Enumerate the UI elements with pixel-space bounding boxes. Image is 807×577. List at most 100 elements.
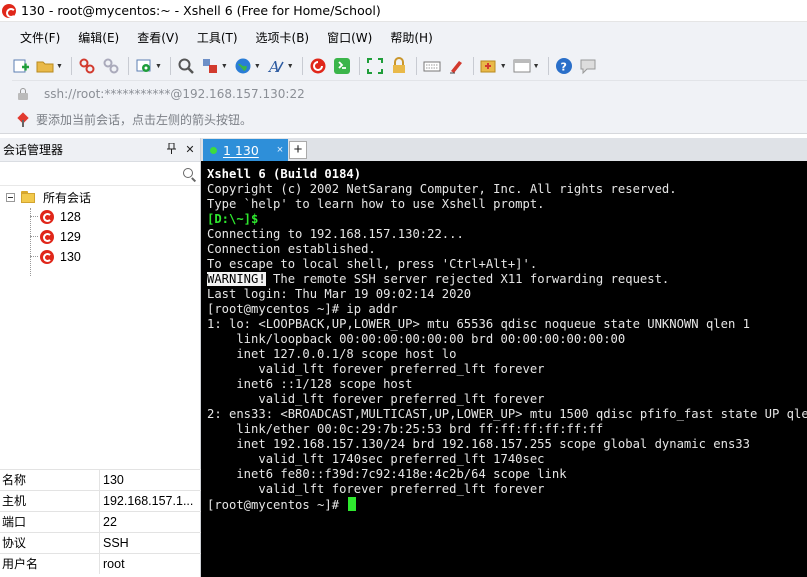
session-label: 129 bbox=[60, 230, 81, 244]
terminal-line: Type `help' to learn how to use Xshell p… bbox=[207, 197, 545, 211]
globe-dropdown-icon[interactable]: ▼ bbox=[254, 63, 261, 70]
terminal-line: 1: lo: <LOOPBACK,UP,LOWER_UP> mtu 65536 … bbox=[207, 317, 750, 331]
terminal-line: Connecting to 192.168.157.130:22... bbox=[207, 227, 464, 241]
compose-dropdown-icon[interactable]: ▼ bbox=[500, 63, 507, 70]
find-icon[interactable] bbox=[177, 57, 195, 75]
session-item-128[interactable]: 128 bbox=[40, 207, 81, 227]
property-key: 用户名 bbox=[0, 554, 100, 574]
compose-icon[interactable] bbox=[480, 57, 498, 75]
new-session-icon[interactable] bbox=[12, 57, 30, 75]
font-dropdown-icon[interactable]: ▼ bbox=[287, 63, 294, 70]
transfer-dropdown-icon[interactable]: ▼ bbox=[221, 63, 228, 70]
terminal-line: valid_lft 1740sec preferred_lft 1740sec bbox=[207, 452, 545, 466]
chat-icon[interactable] bbox=[579, 57, 597, 75]
address-bar[interactable]: ssh://root:***********@192.168.157.130:2… bbox=[12, 80, 807, 106]
tree-folder-all-sessions[interactable]: 所有会话 bbox=[6, 187, 91, 207]
xshell-icon[interactable] bbox=[309, 57, 327, 75]
property-key: 端口 bbox=[0, 512, 100, 532]
font-icon[interactable]: A bbox=[267, 57, 285, 75]
tab-130[interactable]: 1 130 × bbox=[203, 139, 288, 161]
terminal[interactable]: Xshell 6 (Build 0184) Copyright (c) 2002… bbox=[201, 161, 807, 577]
toolbar-divider bbox=[301, 57, 303, 75]
folder-icon bbox=[21, 191, 37, 203]
toolbar-divider bbox=[472, 57, 474, 75]
pin-icon[interactable] bbox=[164, 142, 180, 157]
globe-icon[interactable] bbox=[234, 57, 252, 75]
session-item-129[interactable]: 129 bbox=[40, 227, 81, 247]
connected-status-icon bbox=[210, 146, 217, 154]
terminal-line: Xshell 6 (Build 0184) bbox=[207, 167, 362, 181]
terminal-line: valid_lft forever preferred_lft forever bbox=[207, 392, 545, 406]
terminal-line: link/loopback 00:00:00:00:00:00 brd 00:0… bbox=[207, 332, 626, 346]
property-row[interactable]: 主机 192.168.157.1... bbox=[0, 490, 201, 511]
transfer-icon[interactable] bbox=[201, 57, 219, 75]
lock-icon bbox=[18, 87, 28, 100]
address-text[interactable]: ssh://root:***********@192.168.157.130:2… bbox=[44, 87, 305, 101]
lock-icon[interactable] bbox=[390, 57, 408, 75]
tree-connector bbox=[30, 208, 31, 276]
property-row[interactable]: 用户名 root bbox=[0, 553, 201, 574]
toolbar-divider bbox=[358, 57, 360, 75]
property-key: 协议 bbox=[0, 533, 100, 553]
fullscreen-icon[interactable] bbox=[366, 57, 384, 75]
prompt-line: [root@mycentos ~]# bbox=[207, 497, 807, 513]
terminal-line: 2: ens33: <BROADCAST,MULTICAST,UP,LOWER_… bbox=[207, 407, 807, 421]
svg-text:?: ? bbox=[560, 61, 566, 74]
tree-connector bbox=[30, 236, 38, 237]
property-row[interactable]: 名称 130 bbox=[0, 469, 201, 490]
disconnect-icon[interactable] bbox=[78, 57, 96, 75]
tab-close-icon[interactable]: × bbox=[277, 144, 283, 156]
layout-icon[interactable] bbox=[513, 57, 531, 75]
toolbar-divider bbox=[415, 57, 417, 75]
help-icon[interactable]: ? bbox=[555, 57, 573, 75]
terminal-line: Copyright (c) 2002 NetSarang Computer, I… bbox=[207, 182, 677, 196]
session-manager-header: 会话管理器 ✕ bbox=[0, 138, 200, 162]
terminal-line: [root@mycentos ~]# ip addr bbox=[207, 302, 398, 316]
toolbar-divider bbox=[127, 57, 129, 75]
open-dropdown-icon[interactable]: ▼ bbox=[56, 63, 63, 70]
window-title: 130 - root@mycentos:~ - Xshell 6 (Free f… bbox=[21, 3, 381, 18]
keyboard-icon[interactable] bbox=[423, 57, 441, 75]
property-row[interactable]: 协议 SSH bbox=[0, 532, 201, 553]
session-item-130[interactable]: 130 bbox=[40, 247, 81, 267]
terminal-line: inet6 ::1/128 scope host bbox=[207, 377, 413, 391]
reconnect-icon[interactable] bbox=[102, 57, 120, 75]
warning-line: WARNING! The remote SSH server rejected … bbox=[207, 272, 807, 287]
terminal-line: valid_lft forever preferred_lft forever bbox=[207, 482, 545, 496]
terminal-line: Last login: Thu Mar 19 09:02:14 2020 bbox=[207, 287, 472, 301]
xshell-app-icon[interactable] bbox=[2, 3, 16, 18]
menu-help[interactable]: 帮助(H) bbox=[388, 27, 434, 48]
close-icon[interactable]: ✕ bbox=[182, 143, 198, 156]
menu-window[interactable]: 窗口(W) bbox=[325, 27, 374, 48]
session-label: 128 bbox=[60, 210, 81, 224]
svg-text:A: A bbox=[267, 58, 280, 75]
menu-tabs[interactable]: 选项卡(B) bbox=[254, 27, 312, 48]
collapse-toggle-icon[interactable] bbox=[6, 192, 15, 202]
terminal-line: inet 192.168.157.130/24 brd 192.168.157.… bbox=[207, 437, 750, 451]
property-row[interactable]: 端口 22 bbox=[0, 511, 201, 532]
search-icon[interactable] bbox=[183, 168, 193, 178]
highlight-icon[interactable] bbox=[447, 57, 465, 75]
hint-bar: 要添加当前会话，点击左侧的箭头按钮。 bbox=[0, 106, 807, 134]
menu-file[interactable]: 文件(F) bbox=[18, 27, 62, 48]
layout-dropdown-icon[interactable]: ▼ bbox=[533, 63, 540, 70]
toolbar: ▼ ▼ ▼ ▼ A ▼ ▼ ▼ ? bbox=[0, 52, 807, 80]
menu-tools[interactable]: 工具(T) bbox=[195, 27, 240, 48]
menu-view[interactable]: 查看(V) bbox=[135, 27, 181, 48]
add-session-arrow-icon[interactable] bbox=[16, 111, 30, 127]
open-folder-icon[interactable] bbox=[36, 57, 54, 75]
toolbar-divider bbox=[169, 57, 171, 75]
menu-bar: 文件(F) 编辑(E) 查看(V) 工具(T) 选项卡(B) 窗口(W) 帮助(… bbox=[0, 22, 807, 52]
terminal-line: To escape to local shell, press 'Ctrl+Al… bbox=[207, 257, 538, 271]
xftp-icon[interactable] bbox=[333, 57, 351, 75]
tab-strip: 1 130 × + bbox=[201, 138, 807, 161]
session-manager-title: 会话管理器 bbox=[3, 143, 64, 157]
property-value: 130 bbox=[103, 473, 124, 487]
tree-connector bbox=[30, 216, 38, 217]
title-bar[interactable]: 130 - root@mycentos:~ - Xshell 6 (Free f… bbox=[0, 0, 807, 22]
properties-icon[interactable] bbox=[135, 57, 153, 75]
new-tab-button[interactable]: + bbox=[289, 141, 307, 159]
menu-edit[interactable]: 编辑(E) bbox=[76, 27, 121, 48]
session-search-bar[interactable] bbox=[0, 162, 200, 186]
properties-dropdown-icon[interactable]: ▼ bbox=[155, 63, 162, 70]
